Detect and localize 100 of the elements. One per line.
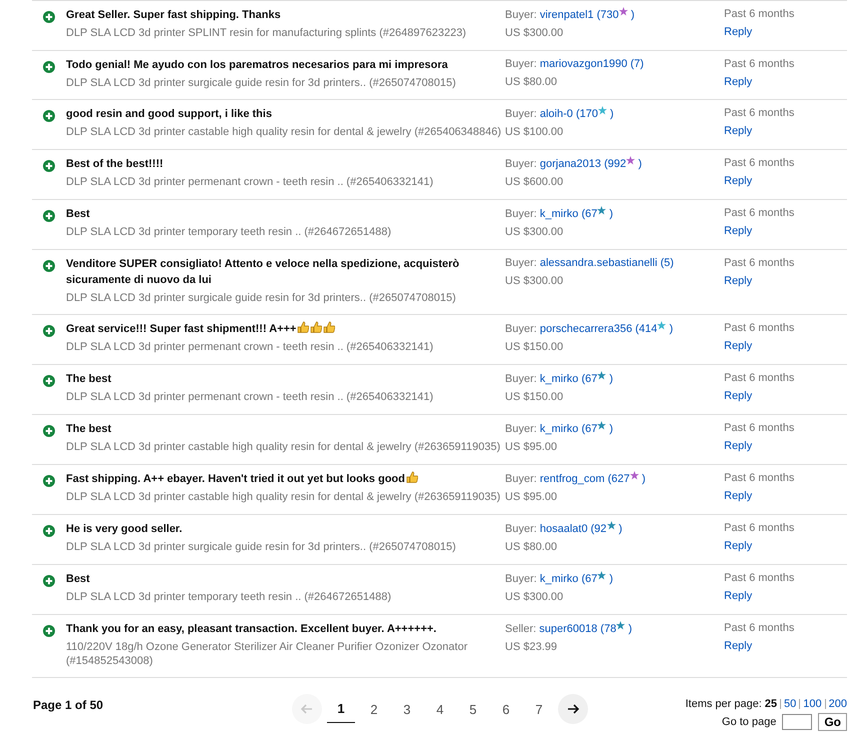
thumbs-up-icon	[297, 321, 310, 333]
score-paren: )	[618, 523, 622, 535]
item-title: DLP SLA LCD 3d printer permenant crown - teeth resin .. (#265406332141)	[66, 390, 434, 404]
feedback-date: Past 6 months	[724, 521, 794, 536]
page-size-link[interactable]: 200	[828, 698, 847, 710]
item-title: DLP SLA LCD 3d printer surgicale guide resin for 3d printers.. (#265074708015)	[66, 291, 457, 305]
feedback-score: (67	[581, 573, 598, 585]
user-link[interactable]: virenpatel1	[540, 9, 594, 21]
thumbs-up-icon	[406, 471, 418, 483]
feedback-comment: Thank you for an easy, pleasant transaction. Excellent buyer. A++++++.	[66, 622, 438, 637]
page-size-link[interactable]: 50	[784, 698, 796, 710]
feedback-comment: The best	[66, 372, 112, 387]
page-link[interactable]: 5	[459, 696, 487, 722]
user-link[interactable]: gorjana2013	[540, 158, 602, 170]
feedback-date: Past 6 months	[724, 321, 794, 336]
score-paren: )	[638, 158, 642, 170]
role-label: Buyer:	[505, 58, 537, 70]
positive-feedback-icon	[43, 11, 55, 23]
price: US $95.00	[505, 440, 558, 455]
positive-feedback-icon	[43, 425, 55, 437]
page-size-link[interactable]: 25	[764, 698, 778, 710]
positive-feedback-icon	[43, 325, 55, 337]
reply-link[interactable]: Reply	[724, 124, 752, 139]
user-link[interactable]: aloih-0	[540, 108, 573, 120]
role-label: Buyer:	[505, 473, 537, 485]
user-link[interactable]: k_mirko	[540, 373, 578, 385]
reply-link[interactable]: Reply	[724, 174, 752, 189]
page-indicator: Page 1 of 50	[33, 698, 104, 712]
feedback-comment: good resin and good support, i like this	[66, 107, 273, 122]
reply-link[interactable]: Reply	[724, 25, 752, 40]
reply-link[interactable]: Reply	[724, 274, 752, 289]
feedback-comment: Todo genial! Me ayudo con los parematros necesarios para mi impresora	[66, 58, 449, 73]
feedback-score: (414	[635, 323, 658, 335]
price: US $300.00	[505, 225, 564, 240]
feedback-score: (67	[581, 373, 598, 385]
go-to-page-label: Go to page	[722, 716, 776, 728]
price: US $600.00	[505, 175, 564, 190]
page-number-field[interactable]	[782, 714, 812, 730]
reply-link[interactable]: Reply	[724, 224, 752, 239]
go-button[interactable]: Go	[818, 713, 847, 731]
feedback-comment: Best of the best!!!!	[66, 157, 164, 172]
feedback-score: (67	[581, 423, 598, 435]
score-paren: )	[609, 373, 614, 385]
role-label: Buyer:	[505, 158, 537, 170]
items-per-page-label: Items per page:	[685, 698, 762, 710]
user-link[interactable]: hosaalat0	[540, 523, 588, 535]
user-link[interactable]: k_mirko	[540, 208, 578, 220]
thumbs-up-icon	[323, 321, 336, 333]
feedback-comment: Great service!!! Super fast shipment!!! A+++	[66, 321, 505, 337]
score-paren: )	[630, 9, 635, 21]
user-link[interactable]: alessandra.sebastianelli	[540, 257, 658, 269]
page-link[interactable]: 7	[525, 696, 553, 722]
user-link[interactable]: rentfrog_com	[540, 473, 605, 485]
price: US $80.00	[505, 75, 558, 90]
reply-link[interactable]: Reply	[724, 75, 752, 90]
positive-feedback-icon	[43, 210, 55, 222]
feedback-date: Past 6 months	[724, 57, 794, 72]
positive-feedback-icon	[43, 110, 55, 122]
role-label: Buyer:	[505, 9, 537, 21]
user-link[interactable]: k_mirko	[540, 423, 578, 435]
reply-link[interactable]: Reply	[724, 489, 752, 504]
reply-link[interactable]: Reply	[724, 539, 752, 554]
item-title: DLP SLA LCD 3d printer castable high quality resin for dental & jewelry (#263659119035)	[66, 490, 502, 504]
item-title: 110/220V 18g/h Ozone Generator Sterilizer Air Cleaner Purifier Ozonizer Ozonator (#154852543008)	[66, 640, 468, 668]
positive-feedback-icon	[43, 375, 55, 387]
page-link[interactable]: 6	[492, 696, 520, 722]
user-link[interactable]: mariovazgon1990	[540, 58, 628, 70]
user-link[interactable]: k_mirko	[540, 573, 578, 585]
page-link[interactable]: 2	[360, 696, 388, 722]
positive-feedback-icon	[43, 475, 55, 487]
item-title: DLP SLA LCD 3d printer castable high quality resin for dental & jewelry (#263659119035)	[66, 440, 502, 454]
page-link[interactable]: 1	[327, 695, 355, 723]
feedback-date: Past 6 months	[724, 156, 794, 171]
item-title: DLP SLA LCD 3d printer permenant crown - teeth resin .. (#265406332141)	[66, 340, 434, 354]
feedback-date: Past 6 months	[724, 371, 794, 386]
feedback-comment: Best	[66, 207, 91, 222]
feedback-score: (170	[576, 108, 598, 120]
reply-link[interactable]: Reply	[724, 639, 752, 654]
role-label: Buyer:	[505, 423, 537, 435]
score-paren: )	[609, 573, 614, 585]
page-size-link[interactable]: 100	[803, 698, 822, 710]
feedback-date: Past 6 months	[724, 421, 794, 436]
feedback-date: Past 6 months	[724, 106, 794, 121]
feedback-score: (92	[590, 523, 607, 535]
role-label: Buyer:	[505, 323, 537, 335]
reply-link[interactable]: Reply	[724, 339, 752, 354]
score-paren: )	[609, 208, 614, 220]
item-title: DLP SLA LCD 3d printer castable high quality resin for dental & jewelry (#265406348846)	[66, 125, 502, 139]
arrow-right-icon	[566, 702, 580, 716]
user-link[interactable]: porschecarrera356	[540, 323, 632, 335]
feedback-score: (730	[596, 9, 619, 21]
reply-link[interactable]: Reply	[724, 589, 752, 604]
reply-link[interactable]: Reply	[724, 389, 752, 404]
arrow-left-icon	[300, 702, 314, 716]
page-link[interactable]: 4	[426, 696, 454, 722]
reply-link[interactable]: Reply	[724, 439, 752, 454]
price: US $150.00	[505, 340, 564, 355]
user-link[interactable]: super60018	[539, 623, 598, 635]
page-link[interactable]: 3	[393, 696, 421, 722]
next-page-button[interactable]	[558, 694, 588, 724]
